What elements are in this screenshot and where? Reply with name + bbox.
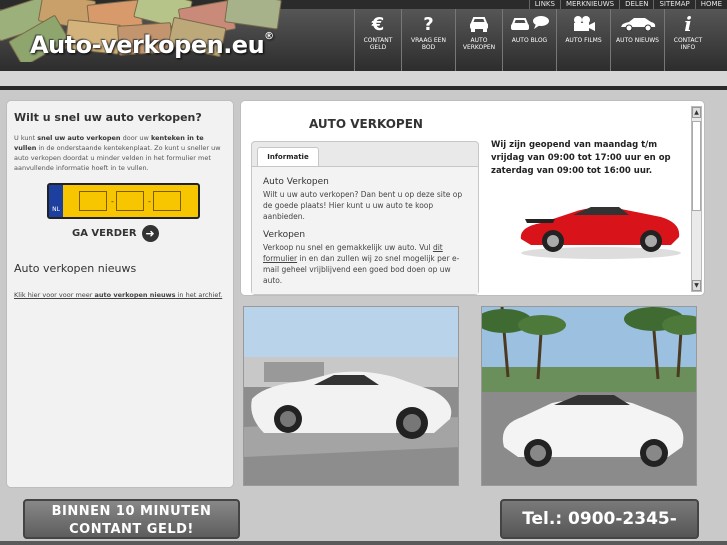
- go-further-button[interactable]: GA VERDER ➜: [72, 225, 226, 242]
- nav-auto-films[interactable]: AUTO FILMS: [556, 9, 610, 71]
- top-link-home[interactable]: HOME: [694, 0, 727, 9]
- arrow-right-icon: ➜: [141, 225, 159, 242]
- car-speech-icon: [510, 13, 550, 35]
- top-link-merknieuws[interactable]: MERKNIEUWS: [559, 0, 619, 9]
- car-front-icon: [468, 13, 490, 35]
- page-title: AUTO VERKOPEN: [309, 117, 423, 131]
- camera-icon: [571, 13, 597, 35]
- phone-banner[interactable]: Tel.: 0900-2345-2345: [500, 499, 699, 539]
- nav-auto-nieuws[interactable]: AUTO NIEUWS: [610, 9, 664, 71]
- question-icon: ?: [423, 13, 434, 35]
- nav-contant-geld[interactable]: € CONTANT GELD: [354, 9, 401, 71]
- red-ferrari-image: [520, 207, 681, 259]
- license-plate-input: NL - -: [47, 183, 200, 219]
- cash-banner[interactable]: BINNEN 10 MINUTEN CONTANT GELD!: [23, 499, 240, 539]
- tab-container: Informatie Auto Verkopen Wilt u uw auto …: [251, 141, 479, 295]
- plate-field-3[interactable]: [153, 191, 181, 211]
- scrollbar[interactable]: ▲ ▼: [691, 106, 702, 292]
- scrollbar-thumb[interactable]: [692, 121, 701, 211]
- main-nav: € CONTANT GELD ? VRAAG EEN BOD AUTO VERK…: [354, 9, 711, 71]
- news-archive-link[interactable]: Klik hier voor voor meer auto verkopen n…: [14, 291, 226, 299]
- euro-icon: €: [371, 13, 385, 35]
- sidebar-intro: U kunt snel uw auto verkopen door uw ken…: [14, 134, 221, 172]
- top-link-links[interactable]: LINKS: [528, 0, 560, 9]
- section-heading: Auto Verkopen: [263, 177, 329, 187]
- nav-auto-verkopen[interactable]: AUTO VERKOPEN: [455, 9, 502, 71]
- white-supercar-photo: [243, 306, 459, 486]
- nav-vraag-een-bod[interactable]: ? VRAAG EEN BOD: [401, 9, 455, 71]
- section-text: Wilt u uw auto verkopen? Dan bent u op d…: [263, 190, 463, 221]
- tab-informatie[interactable]: Informatie: [257, 147, 319, 167]
- info-icon: i: [684, 12, 692, 36]
- section-text: Verkoop nu snel en gemakkelijk uw auto. …: [263, 243, 460, 285]
- sidebar-title: Wilt u snel uw auto verkopen?: [14, 111, 202, 124]
- news-title: Auto verkopen nieuws: [14, 262, 137, 275]
- white-lamborghini-photo: [481, 306, 697, 486]
- plate-field-2[interactable]: [116, 191, 144, 211]
- sidebar-panel: Wilt u snel uw auto verkopen? U kunt sne…: [6, 100, 234, 488]
- tab-body: Auto Verkopen Wilt u uw auto verkopen? D…: [252, 166, 478, 294]
- nav-auto-blog[interactable]: AUTO BLOG: [502, 9, 556, 71]
- header-divider-dark: [0, 86, 727, 90]
- header-divider: [0, 71, 727, 87]
- section-heading: Verkopen: [263, 230, 306, 240]
- plate-field-1[interactable]: [79, 191, 107, 211]
- scroll-up-button[interactable]: ▲: [692, 107, 701, 118]
- top-link-delen[interactable]: DELEN: [619, 0, 653, 9]
- car-side-icon: [619, 13, 657, 35]
- top-link-sitemap[interactable]: SITEMAP: [653, 0, 694, 9]
- scroll-down-button[interactable]: ▼: [692, 280, 701, 291]
- footer-bar: [0, 541, 727, 545]
- content-panel: AUTO VERKOPEN Informatie Auto Verkopen W…: [240, 100, 705, 296]
- top-links: LINKS MERKNIEUWS DELEN SITEMAP HOME: [528, 0, 727, 9]
- eu-country-badge: NL: [49, 185, 63, 217]
- nav-contact-info[interactable]: i CONTACT INFO: [664, 9, 711, 71]
- site-logo[interactable]: Auto-verkopen.eu®: [30, 31, 274, 59]
- opening-hours: Wij zijn geopend van maandag t/m vrijdag…: [491, 140, 671, 176]
